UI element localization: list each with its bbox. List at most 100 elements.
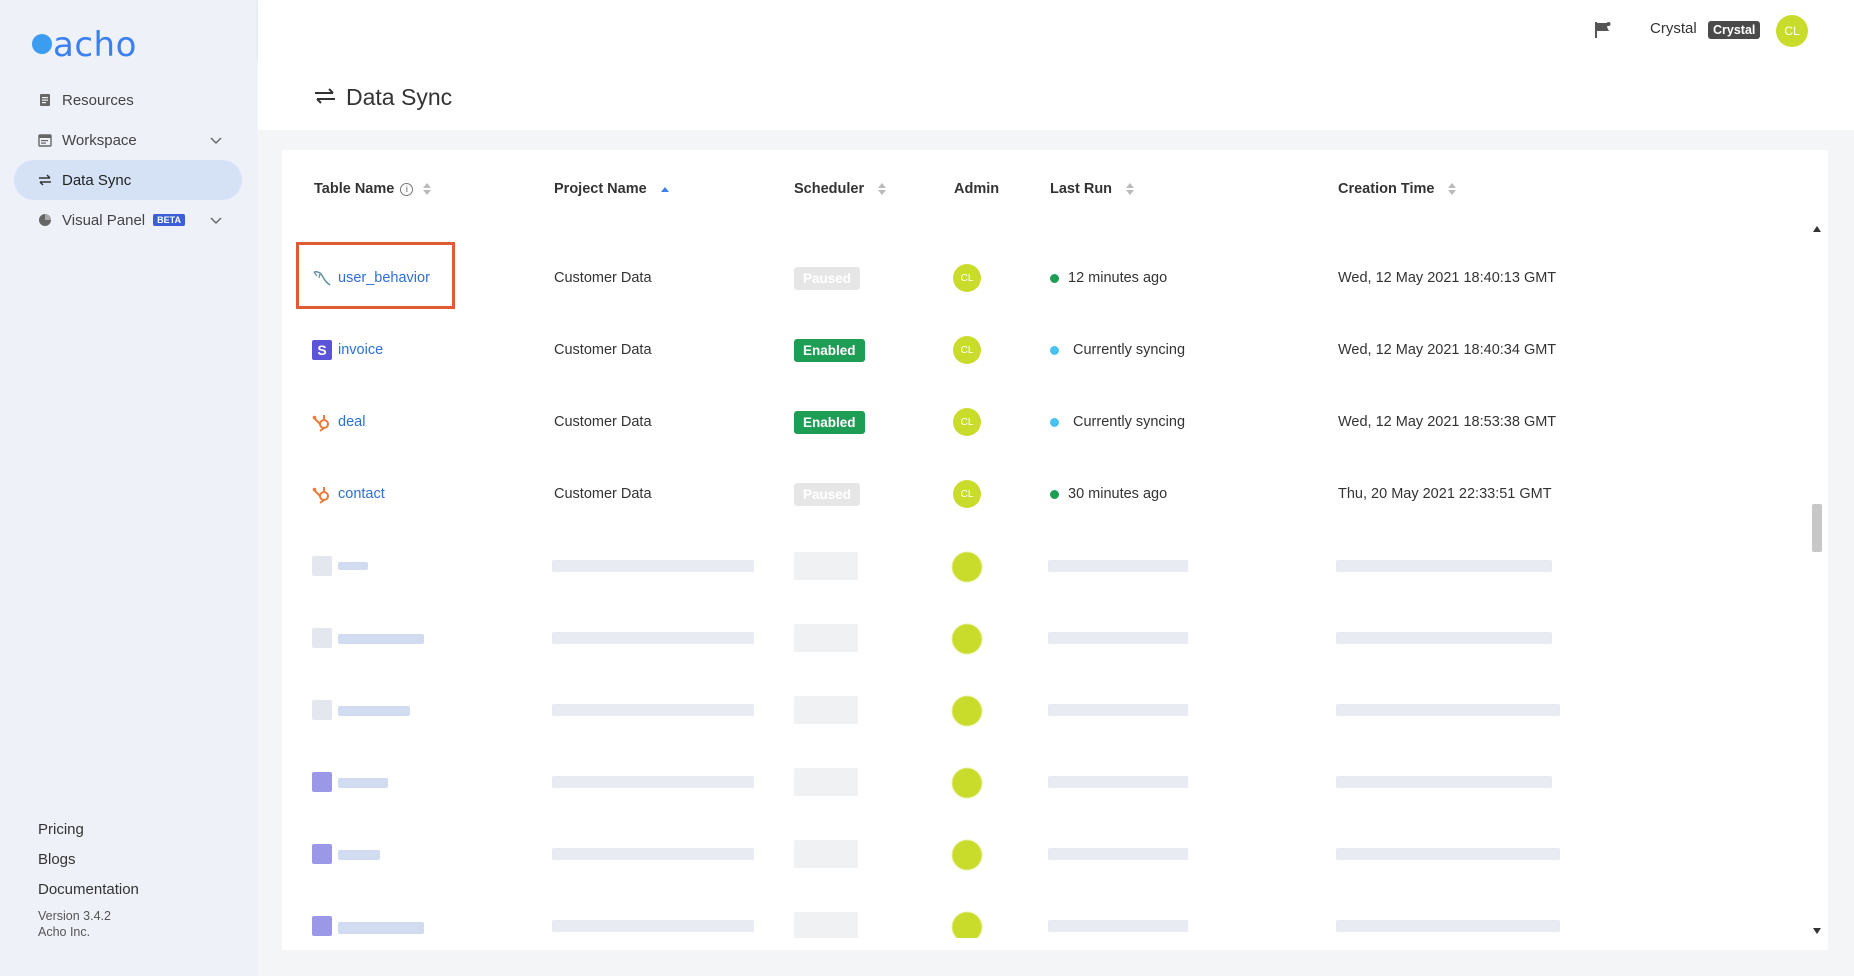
column-header-table-name[interactable]: Table Name i xyxy=(314,180,432,198)
sidebar-nav: Resources Workspace Data Sync Visual Pan… xyxy=(14,80,242,240)
hubspot-icon xyxy=(312,484,332,504)
sidebar-item-resources[interactable]: Resources xyxy=(14,80,242,120)
redacted-project xyxy=(552,848,754,860)
admin-cell: CL xyxy=(953,248,981,308)
scheduler-cell: Enabled xyxy=(794,392,865,452)
scroll-down-arrow-icon[interactable] xyxy=(1813,928,1821,934)
column-header-scheduler[interactable]: Scheduler xyxy=(794,180,887,198)
table-row[interactable]: user_behavior Customer Data Paused CL 12… xyxy=(282,248,1802,308)
redacted-icon xyxy=(312,700,332,720)
redacted-scheduler xyxy=(794,840,858,868)
last-run-cell: Currently syncing xyxy=(1050,320,1185,380)
redacted-row[interactable] xyxy=(282,896,1802,938)
redacted-scheduler xyxy=(794,552,858,580)
sidebar-item-workspace[interactable]: Workspace xyxy=(14,120,242,160)
redacted-last-run xyxy=(1048,704,1188,716)
redacted-time xyxy=(1336,776,1552,788)
sidebar-item-data-sync[interactable]: Data Sync xyxy=(14,160,242,200)
page-header: Data Sync xyxy=(258,58,1854,130)
redacted-row[interactable] xyxy=(282,536,1802,596)
sort-asc-icon[interactable] xyxy=(660,186,669,192)
last-run-text: Currently syncing xyxy=(1073,414,1186,430)
sort-icon[interactable] xyxy=(423,183,432,195)
svg-text:S: S xyxy=(317,342,326,358)
admin-cell: CL xyxy=(953,392,981,452)
redacted-scheduler xyxy=(794,768,858,796)
info-icon[interactable]: i xyxy=(400,182,414,196)
sidebar-item-label: Visual Panel xyxy=(62,211,146,229)
redacted-icon xyxy=(312,628,332,648)
last-run-cell: Currently syncing xyxy=(1050,392,1185,452)
last-run-text: 30 minutes ago xyxy=(1068,486,1168,502)
scheduler-status-badge[interactable]: Paused xyxy=(794,266,861,290)
scheduler-status-badge[interactable]: Enabled xyxy=(794,338,865,362)
table-row[interactable]: deal Customer Data Enabled CL Currently … xyxy=(282,392,1802,452)
column-label: Table Name xyxy=(314,181,395,197)
hubspot-icon xyxy=(312,412,332,432)
redacted-name xyxy=(338,562,368,570)
table-scrollbar[interactable] xyxy=(1810,222,1824,938)
sidebar-item-label: Workspace xyxy=(62,131,137,149)
scheduler-status-badge[interactable]: Enabled xyxy=(794,410,865,434)
scheduler-cell: Paused xyxy=(794,248,861,308)
table-name-cell: deal xyxy=(312,392,365,452)
chevron-down-icon[interactable] xyxy=(210,212,222,229)
page-title-text: Data Sync xyxy=(346,84,453,110)
column-label: Admin xyxy=(954,181,1000,197)
redacted-row[interactable] xyxy=(282,680,1802,740)
redacted-avatar xyxy=(952,696,982,726)
table-row[interactable]: contact Customer Data Paused CL 30 minut… xyxy=(282,464,1802,524)
swap-icon xyxy=(314,84,336,111)
column-header-project-name[interactable]: Project Name xyxy=(554,180,669,198)
column-header-last-run[interactable]: Last Run xyxy=(1050,180,1135,198)
pricing-link[interactable]: Pricing xyxy=(38,815,139,845)
redacted-scheduler xyxy=(794,624,858,652)
redacted-name xyxy=(338,706,410,716)
column-label: Creation Time xyxy=(1338,181,1435,197)
admin-cell: CL xyxy=(953,464,981,524)
blogs-link[interactable]: Blogs xyxy=(38,845,139,875)
stripe-icon: S xyxy=(312,340,332,360)
version-info: Version 3.4.2 Acho Inc. xyxy=(38,908,111,940)
redacted-project xyxy=(552,704,754,716)
avatar: CL xyxy=(953,408,981,436)
sort-icon[interactable] xyxy=(1448,183,1457,195)
redacted-project xyxy=(552,560,754,572)
documentation-link[interactable]: Documentation xyxy=(38,875,139,905)
table-name-link[interactable]: deal xyxy=(338,414,365,430)
redacted-row[interactable] xyxy=(282,752,1802,812)
status-dot xyxy=(1050,489,1059,499)
scroll-up-arrow-icon[interactable] xyxy=(1813,226,1821,232)
creation-time-cell: Wed, 12 May 2021 18:40:13 GMT xyxy=(1338,270,1557,286)
redacted-avatar xyxy=(952,552,982,582)
column-header-admin: Admin xyxy=(954,180,999,198)
chevron-down-icon[interactable] xyxy=(210,132,222,149)
version-text: Version 3.4.2 xyxy=(38,909,111,923)
table-name-cell: S invoice xyxy=(312,320,383,380)
sort-icon[interactable] xyxy=(878,183,887,195)
workspace-icon xyxy=(38,133,52,147)
flag-icon[interactable] xyxy=(1594,21,1612,44)
sidebar-item-visual-panel[interactable]: Visual Panel BETA xyxy=(14,200,242,240)
table-name-link[interactable]: contact xyxy=(338,486,385,502)
avatar[interactable]: CL xyxy=(1776,15,1808,47)
logo-text: acho xyxy=(53,25,137,65)
acho-logo[interactable]: acho xyxy=(32,28,137,62)
scrollbar-thumb[interactable] xyxy=(1812,504,1822,552)
table-name-cell: contact xyxy=(312,464,385,524)
redacted-name xyxy=(338,922,424,934)
table-name-link[interactable]: invoice xyxy=(338,342,383,358)
redacted-project xyxy=(552,776,754,788)
table-row[interactable]: S invoice Customer Data Enabled CL Curre… xyxy=(282,320,1802,380)
redacted-name xyxy=(338,850,380,860)
user-name[interactable]: Crystal xyxy=(1650,20,1697,37)
redacted-time xyxy=(1336,704,1560,716)
redacted-row[interactable] xyxy=(282,608,1802,668)
scheduler-status-badge[interactable]: Paused xyxy=(794,482,861,506)
sidebar-footer-links: Pricing Blogs Documentation xyxy=(38,815,139,905)
sort-icon[interactable] xyxy=(1126,183,1135,195)
project-name-cell: Customer Data xyxy=(554,486,652,502)
redacted-row[interactable] xyxy=(282,824,1802,884)
status-dot xyxy=(1050,417,1059,427)
column-header-creation-time[interactable]: Creation Time xyxy=(1338,180,1457,198)
